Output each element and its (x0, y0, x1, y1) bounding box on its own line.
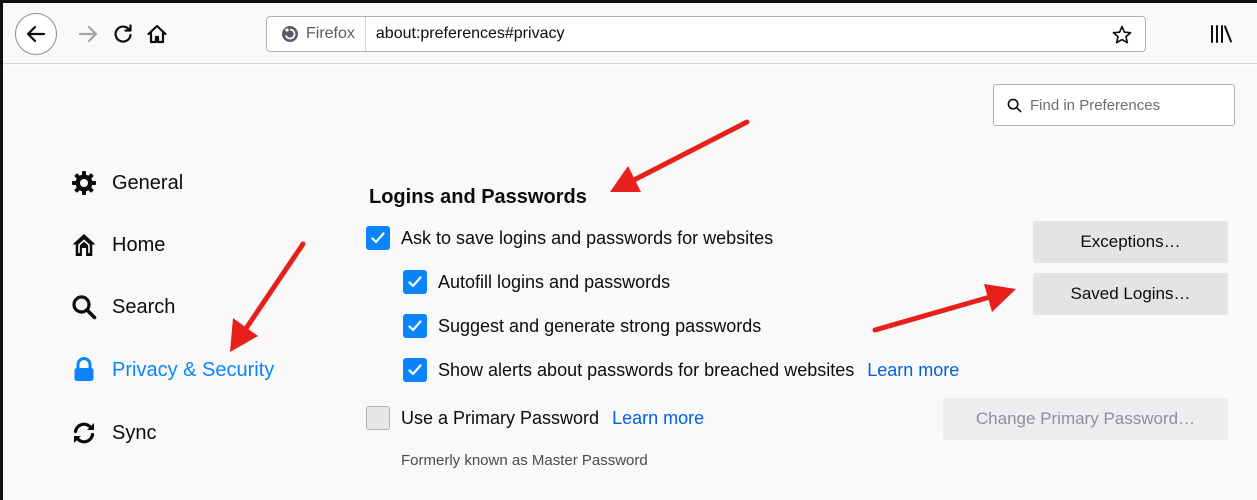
primary-password-label: Use a Primary Password (401, 407, 600, 428)
forward-button[interactable] (74, 20, 102, 48)
lock-icon (71, 357, 97, 383)
logins-section-title: Logins and Passwords (369, 186, 587, 208)
breach-alerts-learn-more-link[interactable]: Learn more (867, 360, 959, 381)
library-button[interactable] (1209, 23, 1233, 50)
checkmark-icon (408, 364, 422, 376)
search-icon (1007, 98, 1022, 112)
reload-button[interactable] (109, 20, 137, 48)
find-in-preferences-box[interactable] (993, 84, 1235, 126)
checkmark-icon (371, 232, 385, 244)
autofill-checkbox[interactable] (403, 270, 427, 294)
home-icon (71, 232, 97, 258)
reload-icon (114, 24, 132, 43)
identity-box[interactable]: Firefox (267, 17, 366, 51)
primary-password-note: Formerly known as Master Password (401, 452, 648, 469)
url-text[interactable]: about:preferences#privacy (376, 25, 565, 43)
checkmark-icon (408, 320, 422, 332)
breach-alerts-checkbox[interactable] (403, 358, 427, 382)
breach-alerts-row[interactable]: Show alerts about passwords for breached… (403, 355, 959, 385)
bookmark-star-button[interactable] (1111, 24, 1133, 51)
ask-to-save-label: Ask to save logins and passwords for web… (401, 227, 774, 248)
category-sync[interactable]: Sync (71, 415, 156, 451)
star-icon (1112, 25, 1132, 44)
breach-alerts-label: Show alerts about passwords for breached… (438, 359, 855, 380)
identity-label: Firefox (306, 25, 355, 42)
exceptions-button[interactable]: Exceptions… (1033, 221, 1228, 263)
sync-icon (71, 420, 97, 446)
category-home[interactable]: Home (71, 227, 165, 263)
primary-password-learn-more-link[interactable]: Learn more (612, 408, 704, 429)
category-privacy-security[interactable]: Privacy & Security (71, 352, 274, 388)
change-primary-password-button[interactable]: Change Primary Password… (943, 398, 1228, 440)
forward-arrow-icon (78, 25, 98, 43)
url-bar[interactable]: Firefox about:preferences#privacy (266, 16, 1146, 52)
library-icon (1211, 25, 1232, 43)
ask-to-save-row[interactable]: Ask to save logins and passwords for web… (366, 223, 773, 253)
autofill-label: Autofill logins and passwords (438, 271, 671, 292)
primary-password-checkbox[interactable] (366, 406, 390, 430)
suggest-passwords-row[interactable]: Suggest and generate strong passwords (403, 311, 761, 341)
category-sync-label: Sync (112, 421, 157, 444)
autofill-row[interactable]: Autofill logins and passwords (403, 267, 670, 297)
category-home-label: Home (112, 233, 166, 256)
category-general[interactable]: General (71, 165, 183, 201)
saved-logins-button[interactable]: Saved Logins… (1033, 273, 1228, 315)
gear-icon (71, 170, 97, 196)
category-search[interactable]: Search (71, 289, 175, 325)
checkmark-icon (408, 276, 422, 288)
firefox-logo-icon (282, 26, 298, 42)
suggest-passwords-checkbox[interactable] (403, 314, 427, 338)
ask-to-save-checkbox[interactable] (366, 226, 390, 250)
find-in-preferences-input[interactable] (1030, 96, 1220, 114)
category-privacy-security-label: Privacy & Security (112, 358, 275, 381)
primary-password-row[interactable]: Use a Primary Password Learn more (366, 403, 704, 433)
back-button[interactable] (15, 13, 57, 55)
category-general-label: General (112, 171, 184, 194)
search-icon (71, 294, 97, 320)
home-button[interactable] (143, 20, 171, 48)
home-icon (147, 24, 167, 44)
browser-toolbar: Firefox about:preferences#privacy (3, 3, 1257, 64)
back-arrow-icon (26, 25, 46, 43)
suggest-passwords-label: Suggest and generate strong passwords (438, 315, 762, 336)
category-search-label: Search (112, 295, 176, 318)
preferences-content: General Home Search Privacy & Se (3, 65, 1257, 500)
